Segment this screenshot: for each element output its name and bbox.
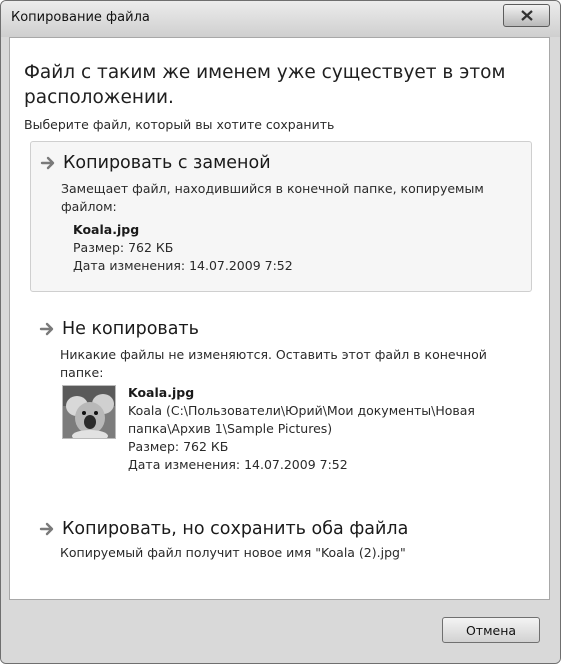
file-info: Koala.jpg Размер: 762 КБ Дата изменения:… (73, 222, 293, 275)
window-title: Копирование файла (11, 10, 150, 25)
copy-file-dialog: Копирование файла Файл с таким же именем… (0, 0, 561, 664)
arrow-right-icon (39, 322, 54, 336)
file-path: Koala (C:\Пользователи\Юрий\Мои документ… (128, 403, 475, 436)
file-size: Размер: 762 КБ (73, 240, 174, 255)
option-description: Копируемый файл получит новое имя "Koala… (60, 545, 406, 560)
option-title: Не копировать (62, 319, 199, 339)
file-modified: Дата изменения: 14.07.2009 7:52 (73, 258, 293, 273)
close-icon (520, 10, 533, 21)
option-title: Копировать, но сохранить оба файла (62, 519, 409, 539)
file-name: Koala.jpg (73, 222, 140, 237)
koala-icon (63, 386, 115, 438)
file-modified: Дата изменения: 14.07.2009 7:52 (128, 457, 348, 472)
title-bar: Копирование файла (1, 1, 560, 37)
dialog-content: Файл с таким же именем уже существует в … (9, 37, 550, 600)
option-description: Замещает файл, находившийся в конечной п… (61, 181, 484, 214)
file-size: Размер: 762 КБ (128, 439, 229, 454)
option-title: Копировать с заменой (63, 153, 271, 173)
file-name: Koala.jpg (128, 385, 195, 400)
option-skip[interactable]: Не копировать Никакие файлы не изменяютс… (30, 308, 532, 488)
option-replace[interactable]: Копировать с заменой Замещает файл, нахо… (30, 141, 532, 292)
arrow-right-icon (39, 522, 54, 536)
cancel-button[interactable]: Отмена (442, 617, 540, 643)
koala-thumbnail (62, 385, 116, 439)
option-keep-both[interactable]: Копировать, но сохранить оба файла Копир… (30, 508, 532, 568)
option-description: Никакие файлы не изменяются. Оставить эт… (60, 347, 487, 380)
close-button[interactable] (503, 4, 550, 27)
dialog-heading: Файл с таким же именем уже существует в … (24, 62, 506, 108)
dialog-subheading: Выберите файл, который вы хотите сохрани… (24, 117, 335, 132)
dialog-footer: Отмена (1, 601, 560, 663)
file-info: Koala.jpg Koala (C:\Пользователи\Юрий\Мо… (128, 385, 508, 474)
arrow-right-icon (40, 156, 55, 170)
